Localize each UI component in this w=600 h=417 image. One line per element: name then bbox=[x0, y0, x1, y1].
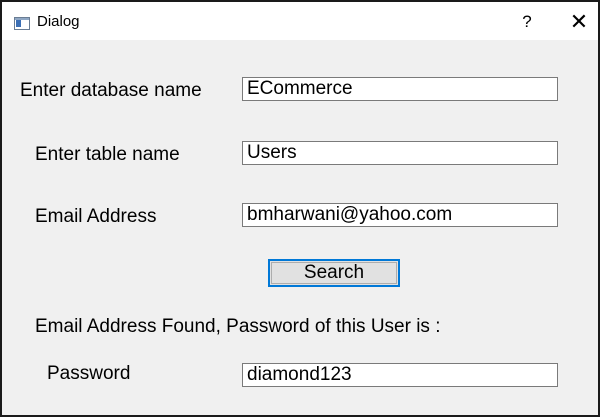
password-input[interactable] bbox=[242, 363, 558, 387]
table-name-input[interactable] bbox=[242, 141, 558, 165]
password-label: Password bbox=[47, 363, 131, 384]
email-address-label: Email Address bbox=[35, 206, 157, 227]
title-bar[interactable]: Dialog ? ✕ bbox=[2, 2, 598, 40]
close-button[interactable]: ✕ bbox=[562, 8, 596, 36]
database-name-input[interactable] bbox=[242, 77, 558, 101]
help-button[interactable]: ? bbox=[512, 8, 542, 36]
window-app-icon bbox=[14, 17, 30, 30]
result-message: Email Address Found, Password of this Us… bbox=[35, 316, 441, 337]
search-button[interactable]: Search bbox=[268, 259, 400, 287]
table-name-label: Enter table name bbox=[35, 144, 180, 165]
window-title: Dialog bbox=[37, 13, 80, 30]
dialog-window: Dialog ? ✕ Enter database name Enter tab… bbox=[0, 0, 600, 417]
email-address-input[interactable] bbox=[242, 203, 558, 227]
database-name-label: Enter database name bbox=[20, 80, 202, 101]
app-icon-pane bbox=[16, 20, 21, 27]
